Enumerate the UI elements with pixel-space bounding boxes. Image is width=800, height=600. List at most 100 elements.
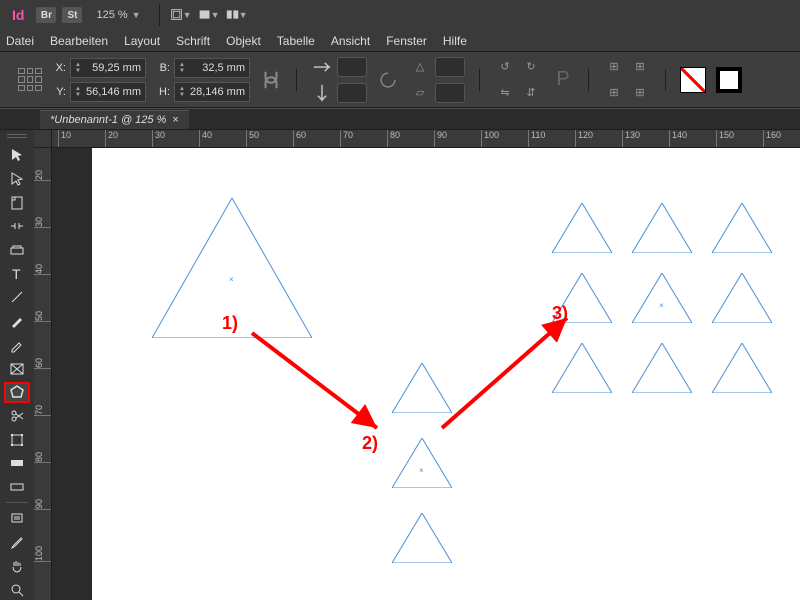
scissors-tool[interactable] — [4, 406, 30, 427]
stock-chip[interactable]: St — [62, 7, 82, 23]
rotate-ccw-icon[interactable]: ↺ — [494, 56, 516, 78]
triangle-shape[interactable] — [632, 343, 692, 393]
triangle-shape[interactable] — [712, 273, 772, 323]
direct-selection-tool[interactable] — [4, 169, 30, 190]
menu-fenster[interactable]: Fenster — [386, 34, 427, 48]
align-icon-4[interactable]: ⊞ — [629, 82, 651, 104]
triangle-shape[interactable] — [712, 343, 772, 393]
rotate-icon[interactable] — [377, 69, 399, 91]
ruler-tick: 100 — [34, 544, 52, 562]
bridge-chip[interactable]: Br — [36, 7, 56, 23]
page-tool[interactable] — [4, 192, 30, 213]
chevron-down-icon: ▼ — [211, 10, 220, 20]
scale-x-field[interactable] — [337, 57, 367, 77]
ruler-tick: 100 — [481, 130, 499, 148]
triangle-shape[interactable]: × — [392, 438, 452, 488]
tab-title: *Unbenannt-1 @ 125 % — [50, 114, 166, 126]
screen-mode-icon[interactable]: ▼ — [198, 4, 220, 26]
tool-panel: T — [0, 130, 34, 600]
document-page[interactable]: ×××1)2)3) — [92, 148, 800, 600]
hand-tool[interactable] — [4, 556, 30, 577]
chevron-down-icon: ▼ — [183, 10, 192, 20]
zoom-level-selector[interactable]: 125 % ▼ — [88, 9, 148, 21]
menu-bearbeiten[interactable]: Bearbeiten — [50, 34, 108, 48]
type-tool[interactable]: T — [4, 263, 30, 284]
x-position-field[interactable]: ▲▼ 59,25 mm — [70, 58, 146, 78]
ruler-tick: 10 — [58, 130, 71, 148]
flip-v-icon[interactable]: ⇵ — [520, 82, 542, 104]
tool-separator — [6, 502, 28, 503]
control-bar: X: ▲▼ 59,25 mm Y: ▲▼ 56,146 mm B: ▲▼ 32,… — [0, 52, 800, 108]
flip-h-icon[interactable]: ⇋ — [494, 82, 516, 104]
scale-y-field[interactable] — [337, 83, 367, 103]
y-position-field[interactable]: ▲▼ 56,146 mm — [70, 82, 146, 102]
menu-datei[interactable]: Datei — [6, 34, 34, 48]
menu-hilfe[interactable]: Hilfe — [443, 34, 467, 48]
height-field[interactable]: ▲▼ 28,146 mm — [174, 82, 250, 102]
note-tool[interactable] — [4, 508, 30, 529]
pencil-tool[interactable] — [4, 334, 30, 355]
selection-tool[interactable] — [4, 145, 30, 166]
ruler-tick: 40 — [199, 130, 212, 148]
canvas-pasteboard[interactable]: ×××1)2)3) — [52, 148, 800, 600]
vertical-ruler[interactable]: 2030405060708090100 — [34, 148, 52, 600]
triangle-shape[interactable] — [392, 513, 452, 563]
document-tab[interactable]: *Unbenannt-1 @ 125 % × — [40, 110, 189, 129]
center-marker-icon: × — [229, 275, 234, 284]
stroke-swatch[interactable] — [716, 67, 742, 93]
ruler-origin-corner[interactable] — [34, 130, 52, 148]
document-tab-bar: *Unbenannt-1 @ 125 % × — [0, 108, 800, 130]
zoom-value: 125 % — [96, 9, 127, 21]
ruler-tick: 160 — [763, 130, 781, 148]
ruler-tick: 80 — [34, 450, 52, 463]
gap-tool[interactable] — [4, 216, 30, 237]
polygon-tool[interactable] — [4, 382, 30, 403]
align-icon-3[interactable]: ⊞ — [603, 82, 625, 104]
arrange-docs-icon[interactable]: ▼ — [226, 4, 248, 26]
menu-tabelle[interactable]: Tabelle — [277, 34, 315, 48]
triangle-shape[interactable] — [712, 203, 772, 253]
workspace: T 10203040506070809010011012013014015016… — [0, 130, 800, 600]
svg-text:T: T — [12, 266, 21, 282]
eyedropper-tool[interactable] — [4, 532, 30, 553]
gradient-swatch-tool[interactable] — [4, 453, 30, 474]
rotate-cw-icon[interactable]: ↻ — [520, 56, 542, 78]
ruler-tick: 90 — [34, 497, 52, 510]
pen-tool[interactable] — [4, 311, 30, 332]
menu-objekt[interactable]: Objekt — [226, 34, 261, 48]
zoom-tool[interactable] — [4, 579, 30, 600]
fill-swatch[interactable] — [680, 67, 706, 93]
view-options-icon[interactable]: ▼ — [170, 4, 192, 26]
menu-layout[interactable]: Layout — [124, 34, 160, 48]
rotation-field[interactable] — [435, 57, 465, 77]
align-icon-1[interactable]: ⊞ — [603, 56, 625, 78]
line-tool[interactable] — [4, 287, 30, 308]
annotation-arrow-icon — [242, 323, 387, 441]
triangle-shape[interactable]: × — [632, 273, 692, 323]
ruler-tick: 140 — [669, 130, 687, 148]
free-transform-tool[interactable] — [4, 429, 30, 450]
constrain-proportions-icon[interactable] — [260, 69, 282, 91]
triangle-shape[interactable] — [552, 203, 612, 253]
width-field[interactable]: ▲▼ 32,5 mm — [174, 58, 250, 78]
center-marker-icon: × — [659, 301, 664, 310]
divider — [665, 69, 666, 91]
triangle-shape[interactable] — [632, 203, 692, 253]
panel-drag-handle[interactable] — [7, 134, 27, 138]
flip-vertical-icon[interactable] — [311, 82, 333, 104]
reference-point-grid[interactable] — [18, 68, 42, 92]
flip-horizontal-icon[interactable] — [311, 56, 333, 78]
paragraph-icon[interactable]: P — [552, 69, 574, 91]
menu-bar: Datei Bearbeiten Layout Schrift Objekt T… — [0, 30, 800, 52]
menu-ansicht[interactable]: Ansicht — [331, 34, 370, 48]
gradient-feather-tool[interactable] — [4, 477, 30, 498]
rotation-angle-icon: △ — [409, 56, 431, 78]
horizontal-ruler[interactable]: 102030405060708090100110120130140150160 — [52, 130, 800, 148]
menu-schrift[interactable]: Schrift — [176, 34, 210, 48]
content-collector-tool[interactable] — [4, 240, 30, 261]
close-icon[interactable]: × — [172, 114, 178, 126]
shear-field[interactable] — [435, 83, 465, 103]
document-area: 102030405060708090100110120130140150160 … — [34, 130, 800, 600]
align-icon-2[interactable]: ⊞ — [629, 56, 651, 78]
rectangle-frame-tool[interactable] — [4, 358, 30, 379]
